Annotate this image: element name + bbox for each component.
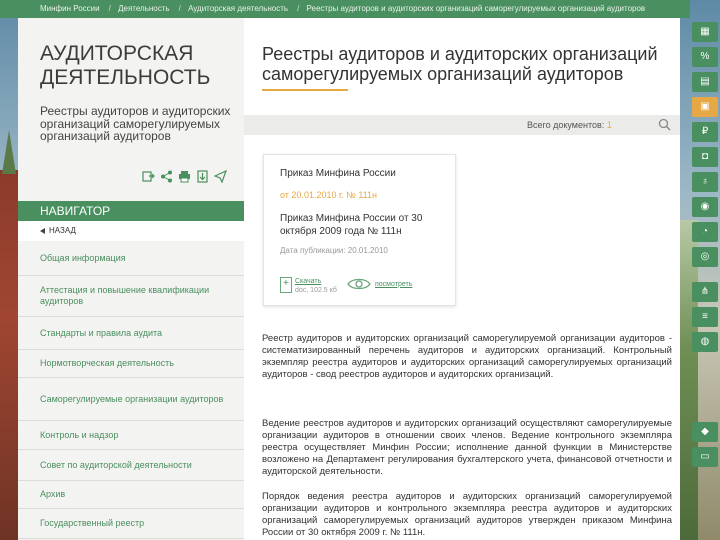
download-file-icon: [280, 277, 292, 293]
download-link[interactable]: Скачать doc, 102.5 кб: [280, 277, 337, 295]
body-paragraph: Ведение реестров аудиторов и аудиторских…: [262, 418, 672, 477]
breadcrumb-item-current: Реестры аудиторов и аудиторских организа…: [306, 4, 646, 13]
nav-item-label: Общая информация: [40, 252, 126, 263]
document-filter-bar: [244, 115, 680, 135]
kremlin-tower-image: [0, 170, 18, 540]
view-link[interactable]: посмотреть: [347, 277, 412, 291]
download-label[interactable]: Скачать: [295, 277, 337, 286]
nav-item-label: Архив: [40, 489, 66, 499]
money-bag-icon[interactable]: ♁: [692, 172, 718, 192]
document-date: от 20.01.2010 г. № 111н: [280, 190, 377, 200]
share-toolbar: [142, 169, 228, 184]
nav-item-label: Контроль и надзор: [40, 429, 119, 440]
page-title: Реестры аудиторов и аудиторских организа…: [262, 44, 658, 84]
save-icon[interactable]: [142, 170, 155, 183]
document-icon[interactable]: ▣: [692, 97, 718, 117]
diamond-icon[interactable]: ◆: [692, 422, 718, 442]
nav-item-standards[interactable]: Стандарты и правила аудита: [18, 317, 244, 350]
nav-item-label: Совет по аудиторской деятельности: [40, 459, 192, 470]
print-icon[interactable]: [178, 170, 191, 183]
document-description[interactable]: Приказ Минфина России от 30 октября 2009…: [280, 212, 450, 238]
percent-icon[interactable]: %: [692, 47, 718, 67]
breadcrumb-item[interactable]: Аудиторская деятельность: [188, 4, 288, 13]
nav-item-council[interactable]: Совет по аудиторской деятельности: [18, 450, 244, 481]
document-count-value: 1: [606, 120, 612, 130]
download-size: doc, 102.5 кб: [295, 287, 337, 294]
nav-item-label: Саморегулируемые организации аудиторов: [40, 393, 224, 404]
share-icon[interactable]: [160, 170, 173, 183]
nav-item-label: Государственный реестр: [40, 518, 145, 528]
back-arrow-icon: [40, 227, 45, 234]
title-underline: [262, 89, 348, 91]
bars-icon[interactable]: ≡: [692, 307, 718, 327]
document-count: Всего документов: 1: [527, 120, 612, 130]
document-card[interactable]: Приказ Минфина России от 20.01.2010 г. №…: [263, 154, 456, 306]
nav-item-normative[interactable]: Нормотворческая деятельность: [18, 350, 244, 378]
nav-item-control[interactable]: Контроль и надзор: [18, 421, 244, 450]
photo-icon[interactable]: ◘: [692, 147, 718, 167]
coins-icon[interactable]: ◎: [692, 247, 718, 267]
nav-item-archive[interactable]: Архив: [18, 481, 244, 509]
nav-item-general-info[interactable]: Общая информация: [18, 241, 244, 276]
nav-item-state-register[interactable]: Государственный реестр: [18, 509, 244, 539]
ruble-icon[interactable]: ₽: [692, 122, 718, 142]
nav-item-label: Нормотворческая деятельность: [40, 358, 174, 368]
breadcrumb: Минфин России / Деятельность / Аудиторская…: [0, 0, 690, 18]
document-count-label: Всего документов:: [527, 120, 605, 130]
calculator-icon[interactable]: ▦: [692, 22, 718, 42]
grid-icon[interactable]: ▤: [692, 72, 718, 92]
section-title: АУДИТОРСКАЯ ДЕЯТЕЛЬНОСТЬ: [40, 42, 211, 89]
document-title[interactable]: Приказ Минфина России: [280, 168, 396, 179]
navigator-header: НАВИГАТОР: [18, 201, 244, 221]
back-button[interactable]: НАЗАД: [18, 221, 244, 241]
breadcrumb-item[interactable]: Деятельность: [118, 4, 170, 13]
chart-icon[interactable]: ◔: [692, 222, 718, 242]
document-published: Дата публикации: 20.01.2010: [280, 246, 388, 255]
ruble-coin-icon[interactable]: ◉: [692, 197, 718, 217]
nav-item-label: Стандарты и правила аудита: [40, 327, 163, 338]
eye-icon: [347, 278, 371, 290]
nav-item-sro[interactable]: Саморегулируемые организации аудиторов: [18, 378, 244, 421]
search-icon[interactable]: [658, 118, 671, 131]
breadcrumb-item[interactable]: Минфин России: [40, 4, 100, 13]
section-subtitle: Реестры аудиторов и аудиторских организа…: [40, 104, 231, 143]
download-icon[interactable]: [196, 170, 209, 183]
body-paragraph: Реестр аудиторов и аудиторских организац…: [262, 333, 672, 380]
send-icon[interactable]: [213, 169, 228, 184]
nav-item-label: Аттестация и повышение квалификации ауди…: [40, 285, 210, 306]
view-label[interactable]: посмотреть: [375, 281, 412, 288]
body-paragraph: Порядок ведения реестра аудиторов и ауди…: [262, 491, 672, 538]
hierarchy-icon[interactable]: ⋔: [692, 282, 718, 302]
nav-item-attestation[interactable]: Аттестация и повышение квалификации ауди…: [18, 276, 244, 317]
globe-icon[interactable]: ◍: [692, 332, 718, 352]
back-label: НАЗАД: [49, 226, 76, 235]
navigator-list: Общая информация Аттестация и повышение …: [18, 241, 244, 539]
cards-icon[interactable]: ▭: [692, 447, 718, 467]
right-toolbar: ▦ % ▤ ▣ ₽ ◘ ♁ ◉ ◔ ◎ ⋔ ≡ ◍ ◆ ▭: [690, 18, 720, 540]
